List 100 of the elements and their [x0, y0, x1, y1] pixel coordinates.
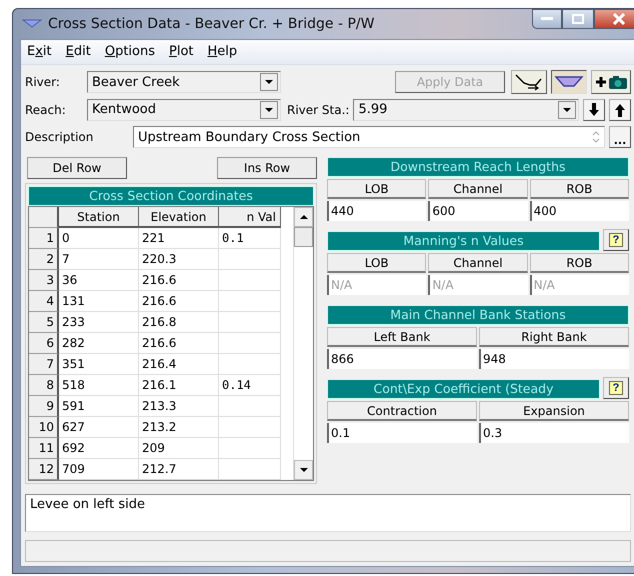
panel-title: Main Channel Bank Stations [327, 305, 629, 326]
table-cell [219, 459, 281, 480]
column-header: Left Bank [327, 327, 477, 348]
table-cell: 221 [139, 228, 219, 250]
table-cell: 212.7 [139, 459, 219, 480]
table-cell: 0.14 [219, 375, 281, 396]
maximize-button[interactable] [562, 9, 594, 29]
table-cell: 213.3 [139, 396, 219, 418]
reach-label: Reach: [25, 102, 67, 117]
column-header: LOB [327, 179, 426, 200]
column-header: ROB [530, 253, 629, 274]
row-number: 7 [29, 354, 59, 376]
column-header: Channel [428, 253, 528, 274]
table-cell: 351 [59, 354, 139, 376]
row-button[interactable]: Del Row [27, 157, 127, 180]
column-header: Channel [428, 179, 528, 200]
channel-shape-button[interactable] [551, 70, 587, 94]
row-number: 12 [29, 459, 59, 480]
table-cell: 216.8 [139, 312, 219, 334]
table-cell: 213.2 [139, 417, 219, 438]
arrow-down-icon [589, 102, 599, 117]
close-button[interactable] [594, 9, 634, 29]
caret-icon [300, 468, 308, 472]
arrow-down-button[interactable] [583, 98, 605, 121]
minimize-button[interactable] [532, 9, 562, 29]
menu-item[interactable]: Options [104, 44, 155, 60]
river-dropdown[interactable]: Beaver Creek [87, 71, 281, 94]
value-field[interactable]: 440 [327, 201, 426, 222]
cross-section-plot-button[interactable] [511, 70, 547, 94]
column-header: Right Bank [479, 327, 629, 348]
profile-line-icon [514, 73, 544, 92]
row-number: 4 [29, 291, 59, 312]
scroll-down-button[interactable] [294, 460, 313, 480]
caret-icon [265, 108, 273, 112]
column-header: Contraction [327, 401, 477, 422]
table-cell [219, 291, 281, 312]
table-cell: 216.6 [139, 270, 219, 292]
value-field[interactable]: 866 [327, 349, 477, 370]
row-number: 2 [29, 249, 59, 270]
column-header: n Val [219, 207, 281, 228]
description-label: Description [25, 130, 94, 144]
table-cell [219, 438, 281, 460]
table-cell: 216.6 [139, 291, 219, 312]
scroll-up-button[interactable] [294, 207, 313, 228]
scrollbar[interactable] [293, 207, 313, 480]
help-button[interactable]: ? [603, 377, 629, 400]
table-cell [219, 333, 281, 354]
table-cell: 591 [59, 396, 139, 418]
table-cell: 131 [59, 291, 139, 312]
column-header: Elevation [139, 207, 219, 228]
menu-item[interactable]: Exit [27, 44, 52, 60]
value-field[interactable]: 600 [428, 201, 528, 222]
table-cell [219, 417, 281, 438]
row-button[interactable]: Ins Row [217, 157, 317, 180]
table-cell: 36 [59, 270, 139, 292]
cross-section-icon [22, 19, 42, 29]
table-cell: 627 [59, 417, 139, 438]
value-field[interactable]: 0.1 [327, 423, 477, 444]
add-picture-button[interactable] [591, 70, 631, 94]
table-cell: 7 [59, 249, 139, 270]
close-icon [613, 13, 625, 25]
arrow-up-button[interactable] [609, 98, 631, 121]
river-label: River: [25, 75, 61, 90]
menu-item[interactable]: Edit [66, 44, 91, 60]
table-cell [219, 396, 281, 418]
menu-item[interactable]: Help [208, 44, 238, 60]
value-field[interactable]: 948 [479, 349, 629, 370]
maximize-icon [572, 14, 584, 24]
table-cell: 0 [59, 228, 139, 250]
caret-icon [300, 215, 308, 220]
column-header: LOB [327, 253, 426, 274]
table-cell: 216.1 [139, 375, 219, 396]
panel-title: Downstream Reach Lengths [327, 157, 629, 178]
value-field[interactable]: 400 [530, 201, 629, 222]
row-number: 1 [29, 228, 59, 250]
more-button[interactable]: ... [609, 126, 631, 148]
panel-title: Cont\Exp Coefficient (Steady [327, 379, 600, 400]
menu-item[interactable]: Plot [169, 44, 194, 60]
table-cell: 233 [59, 312, 139, 334]
table-cell [219, 312, 281, 334]
corner-cell [29, 207, 59, 228]
table-cell: 692 [59, 438, 139, 460]
table-cell: 0.1 [219, 228, 281, 250]
description-field[interactable]: Upstream Boundary Cross Section [133, 126, 605, 148]
row-number: 6 [29, 333, 59, 354]
arrow-up-icon [615, 102, 625, 117]
plus-camera-icon [594, 74, 628, 90]
scroll-thumb[interactable] [294, 227, 313, 248]
river-station-dropdown[interactable]: 5.99 [353, 98, 579, 121]
note-field[interactable]: Levee on left side [25, 494, 631, 532]
column-header: Expansion [479, 401, 629, 422]
row-number: 11 [29, 438, 59, 460]
row-number: 10 [29, 417, 59, 438]
table-title: Cross Section Coordinates [28, 186, 314, 206]
river-station-label: River Sta.: [287, 102, 350, 117]
row-number: 5 [29, 312, 59, 334]
reach-dropdown[interactable]: Kentwood [87, 98, 281, 121]
table-cell: 220.3 [139, 249, 219, 270]
value-field[interactable]: 0.3 [479, 423, 629, 444]
table-cell [219, 270, 281, 292]
